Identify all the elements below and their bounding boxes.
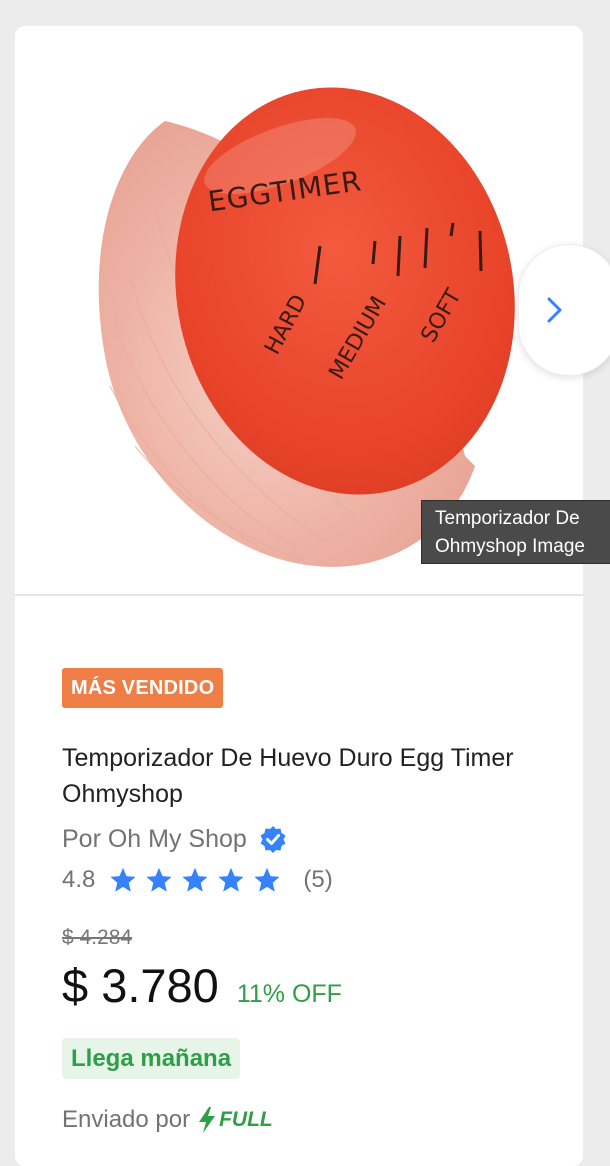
verified-badge-icon xyxy=(259,825,287,853)
seller-label: Por Oh My Shop xyxy=(62,825,247,853)
tooltip-line-1: Temporizador De xyxy=(435,508,580,529)
shipping-badge: Llega mañana xyxy=(62,1038,241,1079)
image-divider xyxy=(15,594,583,596)
rating-stars xyxy=(109,866,289,894)
product-title[interactable]: Temporizador De Huevo Duro Egg Timer Ohm… xyxy=(62,740,582,812)
star-icon xyxy=(110,867,136,892)
rating-row[interactable]: 4.8 (5) xyxy=(62,866,333,894)
fulfillment-line: Enviado por FULL xyxy=(62,1106,273,1134)
original-price: $ 4.284 xyxy=(62,926,133,949)
lightning-bolt-icon xyxy=(199,1107,216,1133)
product-card[interactable]: EGGTIMER HARD MEDIUM SOFT MÁS VENDIDO Te… xyxy=(15,26,583,1166)
discount-label: 11% OFF xyxy=(236,980,342,1008)
star-icon xyxy=(182,867,208,892)
price-row: $ 3.780 11% OFF xyxy=(62,958,342,1014)
full-logo: FULL xyxy=(198,1107,273,1133)
star-icon xyxy=(146,867,172,892)
image-tooltip: Temporizador De Ohmyshop Image xyxy=(421,500,610,564)
rating-value: 4.8 xyxy=(62,866,96,893)
star-icon xyxy=(254,867,280,892)
seller-line[interactable]: Por Oh My Shop xyxy=(62,823,287,855)
chevron-right-icon xyxy=(547,297,562,323)
tooltip-line-2: Ohmyshop Image xyxy=(435,536,585,557)
fulfillment-prefix: Enviado por xyxy=(62,1106,191,1133)
next-image-button[interactable] xyxy=(518,244,610,376)
best-seller-badge: MÁS VENDIDO xyxy=(62,668,224,708)
full-brand-text: FULL xyxy=(219,1108,273,1131)
star-icon xyxy=(218,867,244,892)
rating-count: (5) xyxy=(303,866,333,893)
current-price: $ 3.780 xyxy=(62,959,219,1012)
